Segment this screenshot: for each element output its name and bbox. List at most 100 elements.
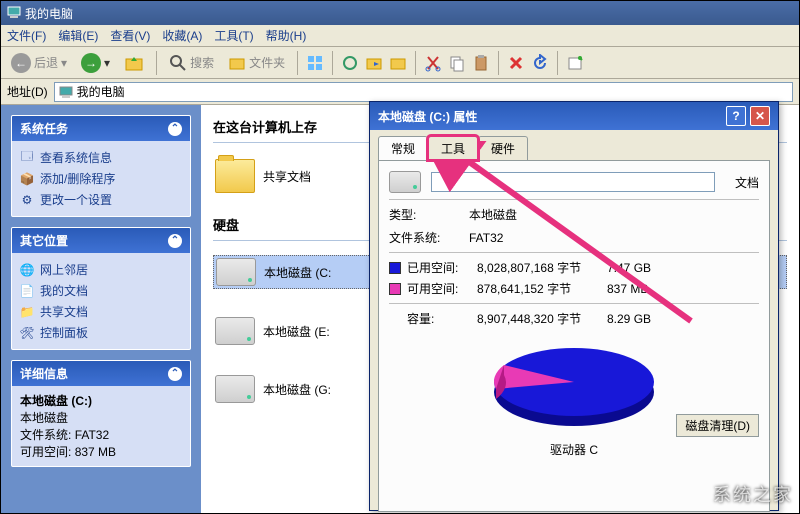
folders-icon	[228, 54, 246, 72]
dialog-title: 本地磁盘 (C:) 属性	[378, 108, 477, 125]
tab-hardware[interactable]: 硬件	[478, 136, 528, 160]
back-button: ← 后退 ▾	[7, 51, 71, 75]
menu-tools[interactable]: 工具(T)	[214, 27, 253, 44]
fs-label: 文件系统:	[389, 229, 459, 246]
drive-icon	[215, 375, 255, 403]
address-value: 我的电脑	[77, 83, 125, 100]
folder-icon	[215, 159, 255, 193]
volume-label-input[interactable]	[431, 172, 715, 192]
network-icon: 🌐	[20, 263, 34, 277]
drive-icon	[389, 171, 421, 193]
views-icon[interactable]	[306, 54, 324, 72]
properties-dialog: 本地磁盘 (C:) 属性 ? ✕ 常规 工具 硬件 文档 类型: 本地磁盘 文件系…	[369, 101, 779, 511]
delete-icon[interactable]	[507, 54, 525, 72]
type-label: 类型:	[389, 206, 459, 223]
type-value: 本地磁盘	[469, 206, 517, 223]
task-add-remove-programs[interactable]: 📦添加/删除程序	[20, 168, 182, 189]
details-type: 本地磁盘	[20, 409, 182, 426]
used-human: 7.47 GB	[607, 261, 667, 275]
menu-edit[interactable]: 编辑(E)	[58, 27, 98, 44]
place-shared-documents[interactable]: 📁共享文档	[20, 301, 182, 322]
usage-pie-chart	[479, 337, 669, 437]
details-fs: 文件系统: FAT32	[20, 426, 182, 443]
drive-caption: 驱动器 C	[389, 441, 759, 458]
tab-body-general: 文档 类型:本地磁盘 文件系统:FAT32 已用空间: 8,028,807,16…	[378, 160, 770, 512]
window-titlebar: 我的电脑	[1, 1, 799, 25]
folder-move-icon[interactable]	[365, 54, 383, 72]
used-bytes: 8,028,807,168 字节	[477, 259, 607, 276]
capacity-bytes: 8,907,448,320 字节	[477, 310, 607, 327]
collapse-icon[interactable]: ⌃	[168, 234, 182, 248]
watermark: 系统之家	[713, 481, 793, 507]
details-name: 本地磁盘 (C:)	[20, 392, 182, 409]
tabs: 常规 工具 硬件	[370, 130, 778, 160]
separator	[332, 51, 333, 75]
capacity-human: 8.29 GB	[607, 312, 667, 326]
menu-bar: 文件(F) 编辑(E) 查看(V) 收藏(A) 工具(T) 帮助(H)	[1, 25, 799, 47]
menu-view[interactable]: 查看(V)	[110, 27, 150, 44]
info-icon: 🗔	[20, 151, 34, 165]
toolbar: ← 后退 ▾ → ▾ 搜索 文件夹	[1, 47, 799, 79]
used-label: 已用空间:	[407, 259, 477, 276]
search-button[interactable]: 搜索	[165, 52, 218, 74]
drive-icon	[216, 258, 256, 286]
separator	[415, 51, 416, 75]
panel-details: 详细信息 ⌃ 本地磁盘 (C:) 本地磁盘 文件系统: FAT32 可用空间: 8…	[11, 360, 191, 467]
drive-icon	[215, 317, 255, 345]
panel-title: 系统任务	[20, 120, 68, 137]
collapse-icon[interactable]: ⌃	[168, 367, 182, 381]
task-change-setting[interactable]: ⚙更改一个设置	[20, 189, 182, 210]
collapse-icon[interactable]: ⌃	[168, 122, 182, 136]
menu-help[interactable]: 帮助(H)	[266, 27, 307, 44]
back-arrow-icon: ←	[11, 53, 31, 73]
control-panel-icon: 🛠	[20, 326, 34, 340]
tab-tools[interactable]: 工具	[428, 136, 478, 160]
panel-title: 详细信息	[20, 365, 68, 382]
folder-copy-icon[interactable]	[389, 54, 407, 72]
details-free: 可用空间: 837 MB	[20, 443, 182, 460]
folder-icon: 📁	[20, 305, 34, 319]
panel-other-places: 其它位置 ⌃ 🌐网上邻居 📄我的文档 📁共享文档 🛠控制面板	[11, 227, 191, 350]
help-button[interactable]: ?	[726, 106, 746, 126]
address-label: 地址(D)	[7, 83, 48, 100]
sidebar: 系统任务 ⌃ 🗔查看系统信息 📦添加/删除程序 ⚙更改一个设置 其它位置 ⌃ 🌐网上…	[1, 105, 201, 513]
computer-icon	[59, 85, 73, 99]
folder-up-icon	[124, 53, 144, 73]
place-my-documents[interactable]: 📄我的文档	[20, 280, 182, 301]
task-view-system-info[interactable]: 🗔查看系统信息	[20, 147, 182, 168]
free-human: 837 MB	[607, 282, 667, 296]
dialog-titlebar[interactable]: 本地磁盘 (C:) 属性 ? ✕	[370, 102, 778, 130]
address-field[interactable]: 我的电脑	[54, 82, 793, 102]
docs-suffix: 文档	[735, 174, 759, 191]
paste-icon[interactable]	[472, 54, 490, 72]
place-control-panel[interactable]: 🛠控制面板	[20, 322, 182, 343]
place-network[interactable]: 🌐网上邻居	[20, 259, 182, 280]
free-label: 可用空间:	[407, 280, 477, 297]
tab-general[interactable]: 常规	[378, 136, 428, 160]
menu-favorites[interactable]: 收藏(A)	[162, 27, 202, 44]
panel-system-tasks: 系统任务 ⌃ 🗔查看系统信息 📦添加/删除程序 ⚙更改一个设置	[11, 115, 191, 217]
search-icon	[169, 54, 187, 72]
close-button[interactable]: ✕	[750, 106, 770, 126]
forward-button[interactable]: → ▾	[77, 51, 114, 75]
documents-icon: 📄	[20, 284, 34, 298]
window-title: 我的电脑	[25, 5, 73, 22]
free-bytes: 878,641,152 字节	[477, 280, 607, 297]
folders-button[interactable]: 文件夹	[224, 52, 289, 74]
properties-icon[interactable]	[566, 54, 584, 72]
copy-icon[interactable]	[448, 54, 466, 72]
free-color-swatch	[389, 283, 401, 295]
disk-cleanup-button[interactable]: 磁盘清理(D)	[676, 414, 759, 437]
separator	[297, 51, 298, 75]
used-color-swatch	[389, 262, 401, 274]
up-button[interactable]	[120, 51, 148, 75]
cut-icon[interactable]	[424, 54, 442, 72]
menu-file[interactable]: 文件(F)	[7, 27, 46, 44]
separator	[498, 51, 499, 75]
computer-icon	[7, 5, 21, 22]
separator	[557, 51, 558, 75]
undo-icon[interactable]	[531, 54, 549, 72]
separator	[156, 51, 157, 75]
sync-icon[interactable]	[341, 54, 359, 72]
panel-title: 其它位置	[20, 232, 68, 249]
